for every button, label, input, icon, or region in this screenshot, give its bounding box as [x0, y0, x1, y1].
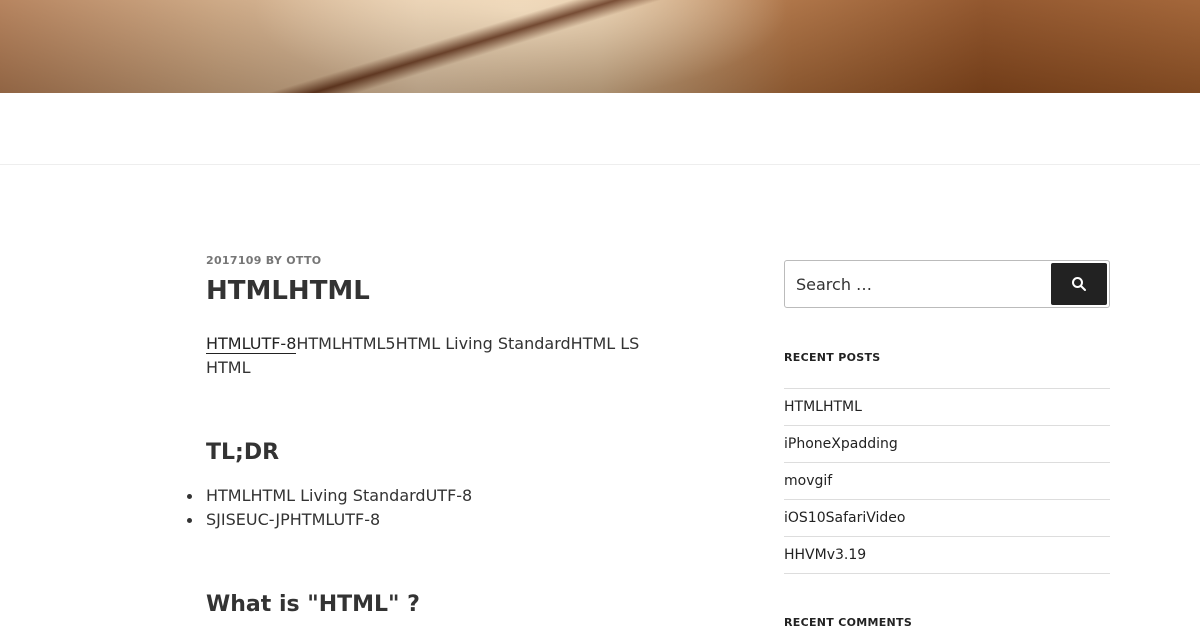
recent-posts-title: RECENT POSTS [784, 351, 881, 364]
recent-post-link[interactable]: iPhoneXpadding [784, 436, 898, 452]
recent-post-link[interactable]: HTMLHTML [784, 399, 862, 415]
list-item: HHVMv3.19 [784, 537, 1110, 574]
post-title[interactable]: HTMLHTML [206, 274, 676, 308]
post-intro: HTMLUTF-8HTMLHTML5HTML Living StandardHT… [206, 332, 676, 380]
header-image-shade [0, 0, 1200, 93]
post-content: 2017109 BY OTTO HTMLHTML HTMLUTF-8HTMLHT… [187, 254, 676, 620]
recent-post-link[interactable]: movgif [784, 473, 832, 489]
recent-post-link[interactable]: HHVMv3.19 [784, 547, 866, 563]
bullet-icon [187, 494, 192, 499]
search-form [784, 260, 1110, 308]
sidebar: RECENT POSTS HTMLHTML iPhoneXpadding mov… [784, 260, 1110, 630]
list-item: HTMLHTML [784, 389, 1110, 426]
search-input[interactable] [785, 261, 1047, 307]
recent-posts-list: HTMLHTML iPhoneXpadding movgif iOS10Safa… [784, 388, 1110, 574]
search-button[interactable] [1051, 263, 1107, 305]
navigation-bar [0, 93, 1200, 165]
recent-comments-title: RECENT COMMENTS [784, 616, 913, 629]
what-is-html-heading: What is "HTML" ? [206, 592, 420, 617]
list-item-text: SJISEUC-JPHTMLUTF-8 [206, 510, 381, 529]
list-item: iPhoneXpadding [784, 426, 1110, 463]
list-item: HTMLHTML Living StandardUTF-8 [187, 484, 676, 508]
list-item-text: HTMLHTML Living StandardUTF-8 [206, 486, 473, 505]
search-icon [1072, 277, 1086, 291]
list-item: movgif [784, 463, 1110, 500]
post-meta: 2017109 BY OTTO [206, 254, 322, 267]
tldr-heading: TL;DR [206, 440, 280, 465]
tldr-list: HTMLHTML Living StandardUTF-8 SJISEUC-JP… [187, 484, 676, 532]
list-item: iOS10SafariVideo [784, 500, 1110, 537]
recent-post-link[interactable]: iOS10SafariVideo [784, 510, 905, 526]
intro-link[interactable]: HTMLUTF-8 [206, 334, 297, 354]
header-image [0, 0, 1200, 93]
bullet-icon [187, 518, 192, 523]
list-item: SJISEUC-JPHTMLUTF-8 [187, 508, 676, 532]
